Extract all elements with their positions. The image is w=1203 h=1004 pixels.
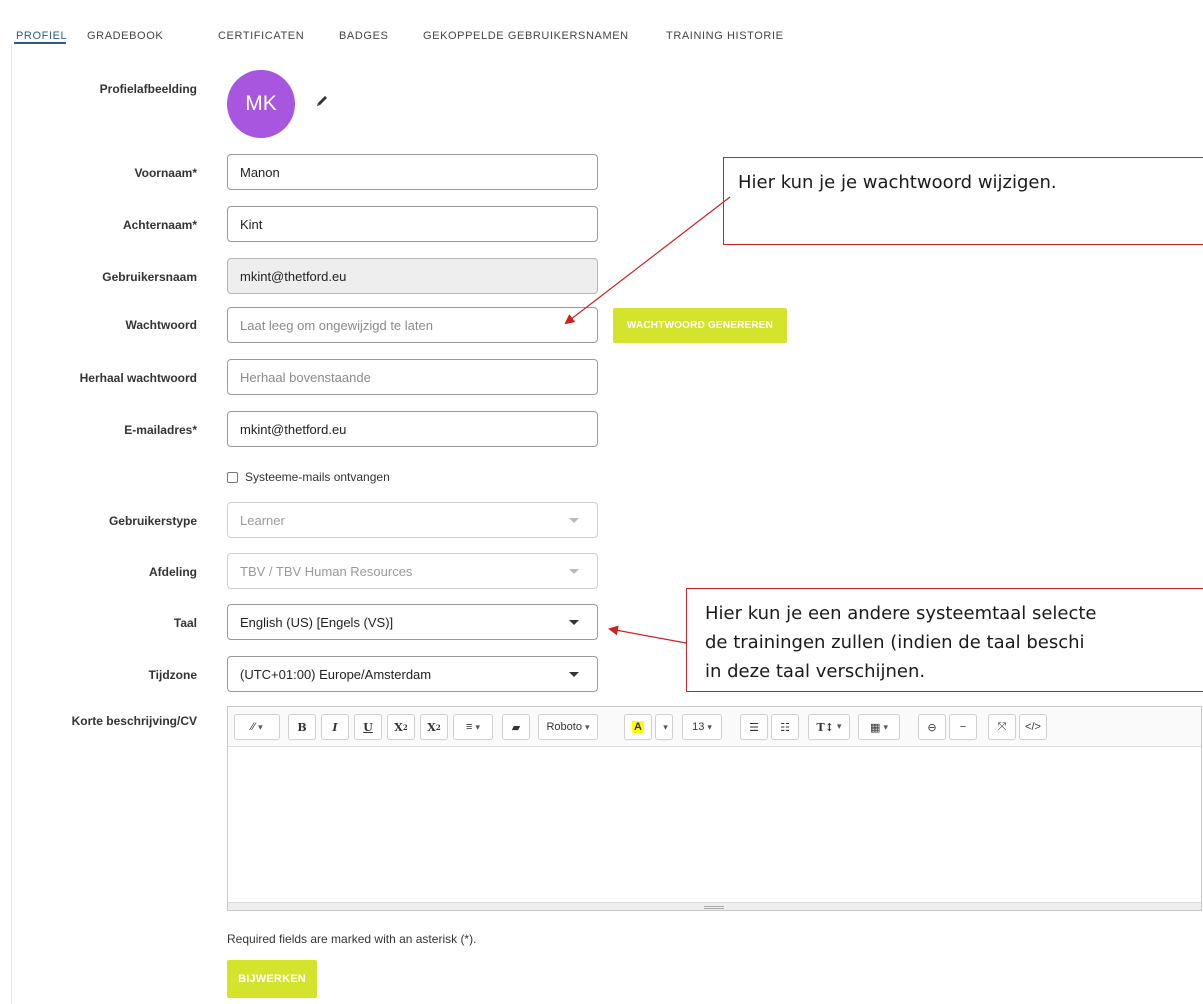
bold-button[interactable]: B: [288, 714, 316, 740]
bio-label: Korte beschrijving/CV: [71, 714, 197, 728]
tab-certificaten[interactable]: CERTIFICATEN: [218, 30, 304, 42]
pencil-icon[interactable]: [314, 93, 330, 109]
required-fields-note: Required fields are marked with an aster…: [227, 932, 477, 946]
language-label: Taal: [173, 616, 197, 630]
code-view-button[interactable]: </>: [1019, 714, 1047, 740]
password-placeholder: Laat leeg om ongewijzigd te laten: [240, 317, 433, 333]
chevron-down-icon: [569, 569, 579, 574]
last-name-value: Kint: [240, 216, 263, 232]
email-input[interactable]: mkint@thetford.eu: [227, 411, 598, 447]
table-icon[interactable]: ▦: [858, 714, 900, 740]
username-value: mkint@thetford.eu: [240, 268, 347, 284]
tab-profiel[interactable]: PROFIEL: [16, 30, 67, 42]
user-type-label: Gebruikerstype: [108, 514, 197, 528]
highlight-button[interactable]: A: [624, 714, 652, 740]
repeat-password-input[interactable]: Herhaal bovenstaande: [227, 359, 598, 395]
editor-toolbar: ⁄⁄ B I U X2 X2 ≡ ▰ Roboto A 13 ☰ ☷ T↕ ▦ …: [228, 707, 1201, 747]
department-label: Afdeling: [149, 565, 197, 579]
highlight-dropdown[interactable]: [655, 714, 673, 740]
magic-wand-icon[interactable]: ⁄⁄: [234, 714, 280, 740]
tab-gradebook[interactable]: GRADEBOOK: [87, 30, 163, 42]
chevron-down-icon: [569, 620, 579, 625]
horizontal-rule-icon[interactable]: −: [949, 714, 977, 740]
line-height-icon[interactable]: T↕: [808, 714, 850, 740]
language-callout: Hier kun je een andere systeemtaal selec…: [686, 588, 1203, 692]
avatar-label: Profielafbeelding: [99, 82, 197, 96]
chevron-down-icon: [569, 672, 579, 677]
system-emails-label: Systeeme-mails ontvangen: [245, 470, 390, 484]
language-callout-line-1: Hier kun je een andere systeemtaal selec…: [705, 603, 1097, 624]
last-name-label: Achternaam*: [122, 218, 197, 232]
language-value: English (US) [Engels (VS)]: [240, 614, 394, 630]
update-button[interactable]: BIJWERKEN: [227, 960, 317, 998]
generate-password-button[interactable]: WACHTWOORD GENEREREN: [613, 308, 787, 343]
repeat-password-label: Herhaal wachtwoord: [79, 371, 197, 385]
chevron-down-icon: [569, 518, 579, 523]
language-callout-line-3: in deze taal verschijnen.: [705, 661, 926, 682]
avatar[interactable]: MK: [227, 70, 295, 138]
password-label: Wachtwoord: [125, 318, 197, 332]
fullscreen-icon[interactable]: ⤧: [988, 714, 1016, 740]
user-type-value: Learner: [240, 512, 285, 528]
avatar-initials: MK: [245, 92, 277, 115]
eraser-icon[interactable]: ▰: [502, 714, 530, 740]
editor-resize-handle[interactable]: [228, 902, 1201, 910]
first-name-input[interactable]: Manon: [227, 154, 598, 190]
ordered-list-icon[interactable]: ☷: [771, 714, 799, 740]
password-input[interactable]: Laat leeg om ongewijzigd te laten: [227, 307, 598, 343]
password-callout-text: Hier kun je je wachtwoord wijzigen.: [738, 172, 1057, 193]
editor-content-area[interactable]: [228, 748, 1201, 903]
align-icon[interactable]: ≡: [453, 714, 493, 740]
underline-button[interactable]: U: [354, 714, 382, 740]
timezone-value: (UTC+01:00) Europe/Amsterdam: [240, 666, 432, 682]
subscript-label: X: [427, 720, 436, 734]
superscript-button[interactable]: X2: [387, 714, 415, 740]
email-label: E-mailadres*: [124, 423, 197, 437]
highlight-label: A: [632, 721, 644, 733]
first-name-label: Voornaam*: [134, 166, 197, 180]
user-type-select: Learner: [227, 502, 598, 538]
timezone-label: Tijdzone: [148, 668, 197, 682]
rich-text-editor: ⁄⁄ B I U X2 X2 ≡ ▰ Roboto A 13 ☰ ☷ T↕ ▦ …: [227, 706, 1202, 911]
timezone-select[interactable]: (UTC+01:00) Europe/Amsterdam: [227, 656, 598, 692]
tab-gekoppelde-gebruikersnamen[interactable]: GEKOPPELDE GEBRUIKERSNAMEN: [423, 30, 629, 42]
last-name-input[interactable]: Kint: [227, 206, 598, 242]
active-tab-indicator: [14, 42, 66, 44]
repeat-password-placeholder: Herhaal bovenstaande: [240, 369, 371, 385]
password-callout: Hier kun je je wachtwoord wijzigen.: [723, 157, 1203, 245]
link-icon[interactable]: ⊖: [918, 714, 946, 740]
tab-badges[interactable]: BADGES: [339, 30, 388, 42]
content-border: [11, 46, 12, 1004]
department-select: TBV / TBV Human Resources: [227, 553, 598, 589]
email-value: mkint@thetford.eu: [240, 421, 347, 437]
italic-button[interactable]: I: [321, 714, 349, 740]
first-name-value: Manon: [240, 164, 280, 180]
tab-training-historie[interactable]: TRAINING HISTORIE: [666, 30, 784, 42]
language-arrow: [608, 625, 687, 644]
font-size-select[interactable]: 13: [682, 714, 722, 740]
language-callout-line-2: de trainingen zullen (indien de taal bes…: [705, 632, 1085, 653]
username-label: Gebruikersnaam: [102, 270, 197, 284]
subscript-button[interactable]: X2: [420, 714, 448, 740]
system-emails-option: Systeeme-mails ontvangen: [227, 470, 390, 484]
superscript-label: X: [394, 720, 403, 734]
department-value: TBV / TBV Human Resources: [240, 563, 413, 579]
language-select[interactable]: English (US) [Engels (VS)]: [227, 604, 598, 640]
unordered-list-icon[interactable]: ☰: [740, 714, 768, 740]
system-emails-checkbox[interactable]: [227, 471, 238, 483]
font-family-select[interactable]: Roboto: [538, 714, 598, 740]
username-field: mkint@thetford.eu: [227, 258, 598, 294]
profile-tabs: PROFIEL GRADEBOOK CERTIFICATEN BADGES GE…: [0, 0, 1203, 45]
